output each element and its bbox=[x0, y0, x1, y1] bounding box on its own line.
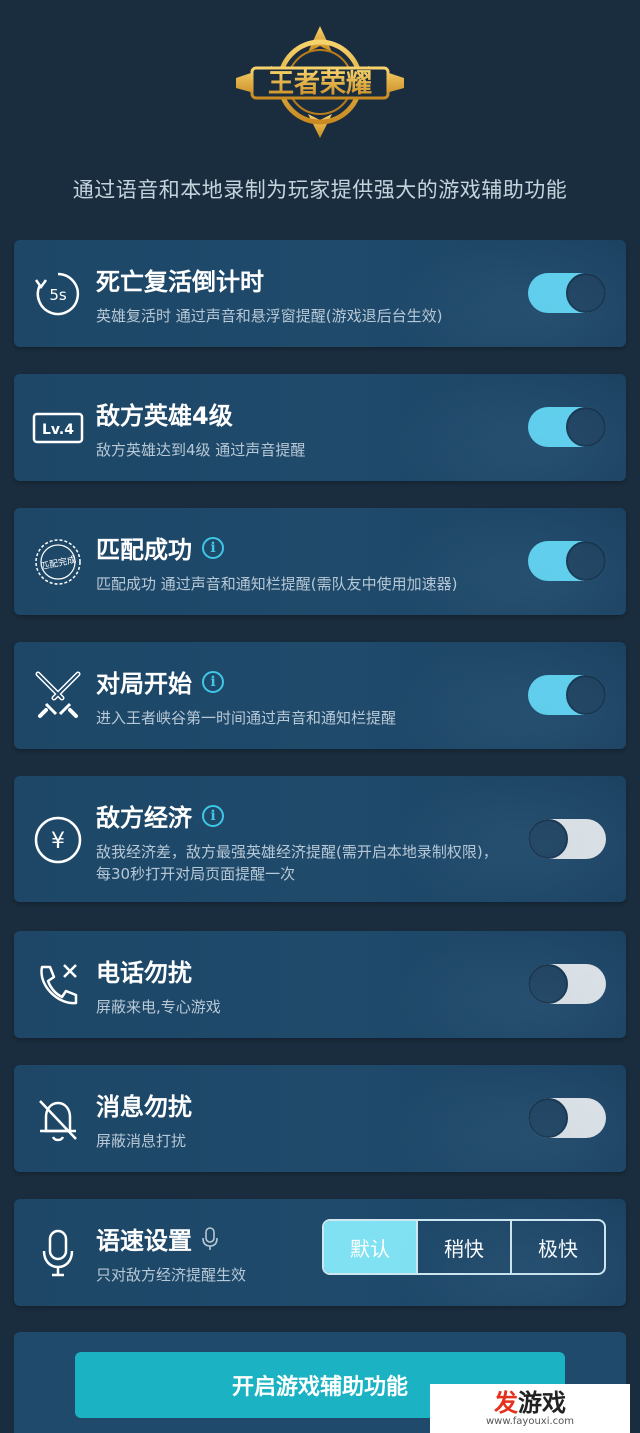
info-icon[interactable]: i bbox=[202, 804, 224, 827]
match-stamp-icon: 匹配完成 bbox=[32, 536, 84, 588]
enemy-level4-toggle[interactable] bbox=[528, 407, 606, 447]
speech-speed-card: 语速设置 只对敌方经济提醒生效 默认 稍快 极快 bbox=[14, 1199, 626, 1306]
feature-title: 敌方经济 i bbox=[96, 798, 224, 833]
feature-title: 死亡复活倒计时 bbox=[96, 268, 264, 296]
svg-text:5s: 5s bbox=[49, 286, 67, 304]
info-icon[interactable]: i bbox=[202, 536, 224, 559]
game-logo: 王者荣耀 bbox=[232, 22, 408, 142]
feature-title: 敌方英雄4级 bbox=[96, 402, 233, 430]
feature-card-call-block: 电话勿扰 屏蔽来电,专心游戏 bbox=[14, 931, 626, 1038]
watermark-brand-black: 游戏 bbox=[518, 1388, 566, 1417]
feature-title: 匹配成功 i bbox=[96, 530, 224, 565]
crossed-swords-icon bbox=[32, 670, 84, 722]
game-start-toggle[interactable] bbox=[528, 675, 606, 715]
feature-card-match-success: 匹配完成 匹配成功 i 匹配成功 通过声音和通知栏提醒(需队友中使用加速器) bbox=[14, 508, 626, 615]
svg-text:Lv.4: Lv.4 bbox=[42, 422, 74, 438]
speed-option-fast[interactable]: 稍快 bbox=[416, 1221, 510, 1273]
feature-desc: 匹配成功 通过声音和通知栏提醒(需队友中使用加速器) bbox=[96, 575, 458, 593]
logo-text: 王者荣耀 bbox=[268, 69, 372, 99]
speed-option-fastest[interactable]: 极快 bbox=[510, 1221, 604, 1273]
feature-card-enemy-level4: Lv.4 敌方英雄4级 敌方英雄达到4级 通过声音提醒 bbox=[14, 374, 626, 481]
feature-desc: 敌我经济差，敌方最强英雄经济提醒(需开启本地录制权限)，每30秒打开对局页面提醒… bbox=[96, 843, 498, 883]
feature-card-revive-timer: 5s 死亡复活倒计时 英雄复活时 通过声音和悬浮窗提醒(游戏退后台生效) bbox=[14, 240, 626, 347]
site-watermark: 发游戏 www.fayouxi.com bbox=[430, 1384, 630, 1433]
level-badge-icon: Lv.4 bbox=[32, 402, 84, 454]
svg-text:¥: ¥ bbox=[51, 829, 65, 854]
revive-timer-icon: 5s bbox=[32, 268, 84, 320]
enemy-economy-toggle[interactable] bbox=[528, 819, 606, 859]
coin-yuan-icon: ¥ bbox=[32, 814, 84, 866]
feature-desc: 进入王者峡谷第一时间通过声音和通知栏提醒 bbox=[96, 709, 397, 727]
watermark-url: www.fayouxi.com bbox=[485, 1415, 575, 1427]
feature-title: 对局开始 i bbox=[96, 664, 224, 699]
feature-card-game-start: 对局开始 i 进入王者峡谷第一时间通过声音和通知栏提醒 bbox=[14, 642, 626, 749]
page-subtitle: 通过语音和本地录制为玩家提供强大的游戏辅助功能 bbox=[72, 178, 568, 202]
feature-desc: 屏蔽来电,专心游戏 bbox=[96, 998, 221, 1016]
speech-speed-selector: 默认 稍快 极快 bbox=[322, 1219, 606, 1275]
feature-card-enemy-economy: ¥ 敌方经济 i 敌我经济差，敌方最强英雄经济提醒(需开启本地录制权限)，每30… bbox=[14, 776, 626, 902]
revive-timer-toggle[interactable] bbox=[528, 273, 606, 313]
phone-blocked-icon bbox=[32, 959, 84, 1011]
speech-title: 语速设置 bbox=[96, 1221, 218, 1256]
feature-desc: 英雄复活时 通过声音和悬浮窗提醒(游戏退后台生效) bbox=[96, 307, 443, 325]
info-icon[interactable]: i bbox=[202, 670, 224, 693]
speed-option-default[interactable]: 默认 bbox=[324, 1221, 416, 1273]
bell-muted-icon bbox=[32, 1093, 84, 1145]
watermark-brand-red: 发 bbox=[494, 1388, 518, 1417]
microphone-icon bbox=[32, 1227, 84, 1279]
feature-title: 消息勿扰 bbox=[96, 1093, 192, 1121]
message-block-toggle[interactable] bbox=[528, 1098, 606, 1138]
small-microphone-icon bbox=[202, 1226, 218, 1251]
match-success-toggle[interactable] bbox=[528, 541, 606, 581]
feature-desc: 屏蔽消息打扰 bbox=[96, 1132, 187, 1150]
speech-desc: 只对敌方经济提醒生效 bbox=[96, 1266, 247, 1284]
call-block-toggle[interactable] bbox=[528, 964, 606, 1004]
svg-text:匹配完成: 匹配完成 bbox=[39, 553, 77, 572]
feature-desc: 敌方英雄达到4级 通过声音提醒 bbox=[96, 441, 306, 459]
feature-card-message-block: 消息勿扰 屏蔽消息打扰 bbox=[14, 1065, 626, 1172]
feature-title: 电话勿扰 bbox=[96, 959, 192, 987]
